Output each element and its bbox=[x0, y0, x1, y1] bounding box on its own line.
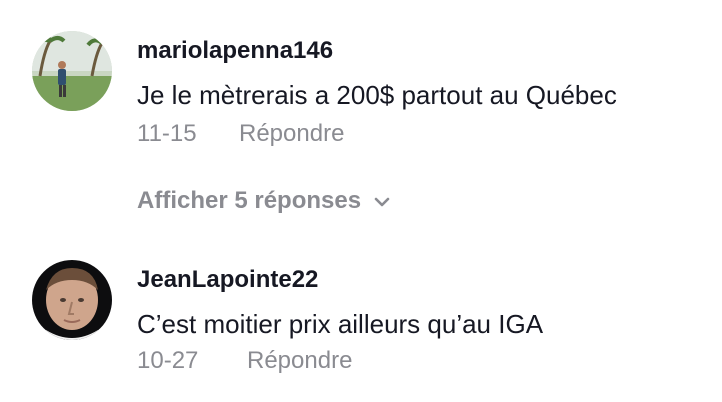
reply-button[interactable]: Répondre bbox=[247, 347, 352, 375]
avatar-photo bbox=[32, 31, 112, 111]
comment-text: C’est moitier prix ailleurs qu’au IGA bbox=[137, 309, 544, 339]
comment-date: 11-15 bbox=[137, 120, 197, 147]
chevron-down-icon bbox=[373, 187, 391, 215]
avatar[interactable] bbox=[32, 260, 112, 340]
comment-username[interactable]: mariolapenna146 bbox=[137, 37, 333, 65]
avatar-photo bbox=[32, 260, 112, 340]
comment-username[interactable]: JeanLapointe22 bbox=[137, 266, 318, 294]
show-replies-button[interactable]: Afficher 5 réponses bbox=[137, 187, 391, 215]
avatar[interactable] bbox=[32, 31, 112, 111]
show-replies-label: Afficher 5 réponses bbox=[137, 187, 362, 214]
reply-button[interactable]: Répondre bbox=[239, 120, 344, 148]
comment-date: 10-27 bbox=[137, 347, 199, 374]
comment-text: Je le mètrerais a 200$ partout au Québec bbox=[137, 80, 617, 110]
